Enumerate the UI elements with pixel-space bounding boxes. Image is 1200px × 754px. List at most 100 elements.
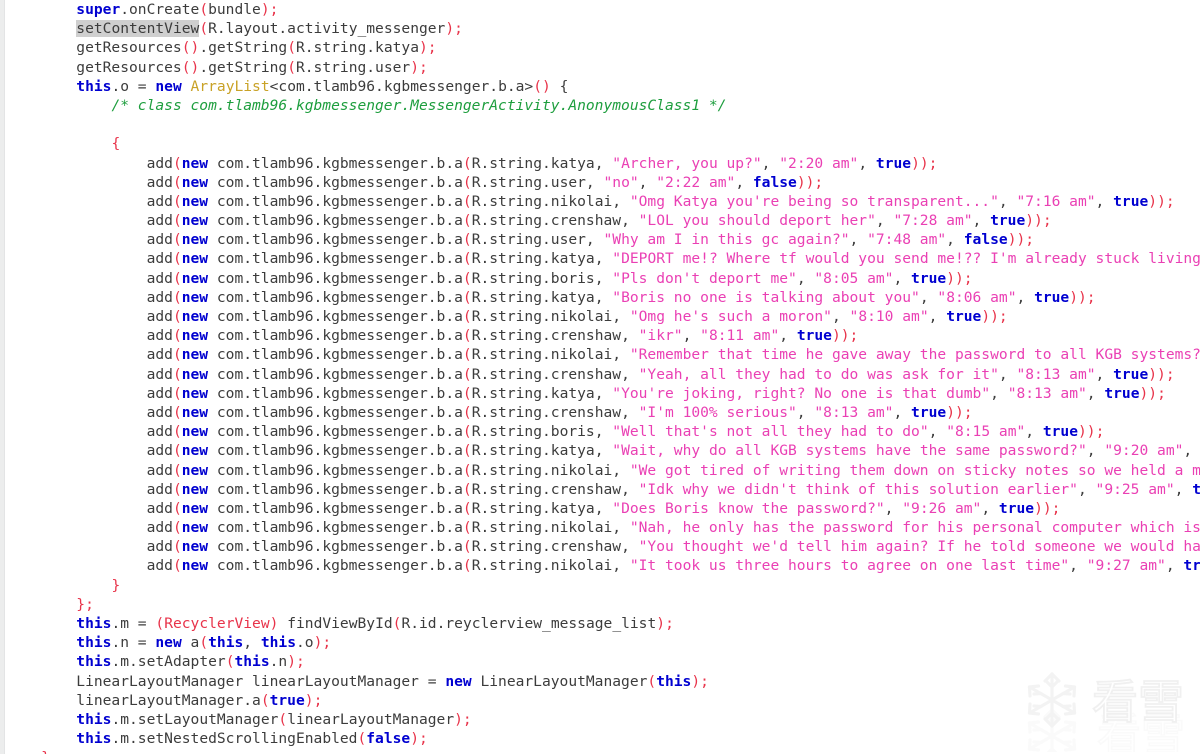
code-token: R.string.katya, xyxy=(471,288,613,306)
code-token: add xyxy=(6,461,173,479)
code-line[interactable]: add(new com.tlamb96.kgbmessenger.b.a(R.s… xyxy=(6,403,1200,422)
code-token: ( xyxy=(462,231,472,249)
code-line[interactable]: /* class com.tlamb96.kgbmessenger.Messen… xyxy=(6,96,1200,115)
code-line[interactable]: add(new com.tlamb96.kgbmessenger.b.a(R.s… xyxy=(6,537,1200,556)
code-token: ( xyxy=(172,231,182,249)
code-line[interactable]: this.n = new a(this, this.o); xyxy=(6,633,1200,652)
code-line[interactable]: } xyxy=(6,576,1200,595)
code-token: new xyxy=(181,173,209,191)
code-token: this xyxy=(208,634,244,652)
code-token: com.tlamb96.kgbmessenger.b.a xyxy=(208,269,463,287)
code-line[interactable]: add(new com.tlamb96.kgbmessenger.b.a(R.s… xyxy=(6,173,1200,192)
code-token: , xyxy=(972,212,991,230)
code-token: new xyxy=(155,634,182,652)
code-token: .m.setNestedScrollingEnabled xyxy=(111,730,358,748)
code-line[interactable]: add(new com.tlamb96.kgbmessenger.b.a(R.s… xyxy=(6,480,1200,499)
code-token: , xyxy=(779,327,797,345)
code-token: ; xyxy=(1025,231,1035,249)
code-token: "It took us three hours to agree on one … xyxy=(629,557,1070,575)
code-token: ( xyxy=(172,538,182,556)
code-line[interactable]: add(new com.tlamb96.kgbmessenger.b.a(R.s… xyxy=(6,461,1200,480)
code-token: ) xyxy=(287,653,297,671)
code-token: .n = xyxy=(111,634,156,652)
code-line[interactable]: add(new com.tlamb96.kgbmessenger.b.a(R.s… xyxy=(6,249,1200,268)
code-line[interactable]: add(new com.tlamb96.kgbmessenger.b.a(R.s… xyxy=(6,154,1200,173)
code-line[interactable]: add(new com.tlamb96.kgbmessenger.b.a(R.s… xyxy=(6,499,1200,518)
code-token: ( xyxy=(462,365,472,383)
code-line[interactable]: this.m.setNestedScrollingEnabled(false); xyxy=(6,729,1200,748)
code-token: "You thought we'd tell him again? If he … xyxy=(638,538,1200,556)
code-token: ( xyxy=(172,269,182,287)
code-token: ) xyxy=(445,20,455,38)
code-token: ( xyxy=(172,403,182,421)
code-token: this xyxy=(76,730,112,748)
code-token: )) xyxy=(1034,499,1052,517)
code-line[interactable]: add(new com.tlamb96.kgbmessenger.b.a(R.s… xyxy=(6,288,1200,307)
code-token: R.string.nikolai, xyxy=(471,557,630,575)
code-token: add xyxy=(6,557,173,575)
code-token: ( xyxy=(462,499,472,517)
code-token: "8:15 am" xyxy=(946,423,1026,441)
code-token: .m.setLayoutManager xyxy=(111,710,279,728)
code-token: , xyxy=(1183,442,1200,460)
code-line[interactable]: }; xyxy=(6,595,1200,614)
code-token: linearLayoutManager.a xyxy=(6,691,261,709)
code-token: add xyxy=(6,327,173,345)
code-token: "Wait, why do all KGB systems have the s… xyxy=(612,442,1087,460)
code-line[interactable]: add(new com.tlamb96.kgbmessenger.b.a(R.s… xyxy=(6,230,1200,249)
code-line[interactable]: this.m = (RecyclerView) findViewById(R.i… xyxy=(6,614,1200,633)
code-line[interactable]: getResources().getString(R.string.katya)… xyxy=(6,38,1200,57)
code-line[interactable]: getResources().getString(R.string.user); xyxy=(6,58,1200,77)
code-token: ( xyxy=(172,154,182,172)
code-token: a xyxy=(181,634,200,652)
code-token: ( xyxy=(462,442,472,460)
code-viewer[interactable]: super.onCreate(bundle); setContentView(R… xyxy=(0,0,1200,754)
code-token: "Why am I in this gc again?" xyxy=(603,231,850,249)
code-line[interactable]: add(new com.tlamb96.kgbmessenger.b.a(R.s… xyxy=(6,384,1200,403)
code-token: ( xyxy=(172,461,182,479)
code-line[interactable] xyxy=(6,115,1200,134)
code-line[interactable]: } xyxy=(6,748,1200,754)
code-token: ( xyxy=(199,634,209,652)
code-token: , xyxy=(1086,384,1105,402)
code-line[interactable]: add(new com.tlamb96.kgbmessenger.b.a(R.s… xyxy=(6,345,1200,364)
code-token: )) xyxy=(1069,288,1087,306)
code-token: add xyxy=(6,192,173,210)
code-token: add xyxy=(6,250,173,268)
code-token: ( xyxy=(172,384,182,402)
code-token: , xyxy=(1095,365,1114,383)
code-line[interactable]: { xyxy=(6,134,1200,153)
code-token: "7:48 am" xyxy=(867,231,947,249)
code-line[interactable]: add(new com.tlamb96.kgbmessenger.b.a(R.s… xyxy=(6,211,1200,230)
code-line[interactable]: add(new com.tlamb96.kgbmessenger.b.a(R.s… xyxy=(6,422,1200,441)
code-line[interactable]: super.onCreate(bundle); xyxy=(6,0,1200,19)
source-code-area[interactable]: super.onCreate(bundle); setContentView(R… xyxy=(6,0,1200,754)
code-token: )) xyxy=(946,403,964,421)
code-token: this xyxy=(76,77,112,95)
code-token: add xyxy=(6,288,173,306)
code-line[interactable]: add(new com.tlamb96.kgbmessenger.b.a(R.s… xyxy=(6,326,1200,345)
code-token: , xyxy=(884,499,903,517)
code-token: )) xyxy=(1025,212,1043,230)
code-token: add xyxy=(6,308,173,325)
code-line[interactable]: add(new com.tlamb96.kgbmessenger.b.a(R.s… xyxy=(6,441,1200,460)
code-line[interactable]: this.m.setLayoutManager(linearLayoutMana… xyxy=(6,710,1200,729)
code-line[interactable]: this.o = new ArrayList<com.tlamb96.kgbme… xyxy=(6,77,1200,96)
code-line[interactable]: add(new com.tlamb96.kgbmessenger.b.a(R.s… xyxy=(6,192,1200,211)
code-line[interactable]: add(new com.tlamb96.kgbmessenger.b.a(R.s… xyxy=(6,518,1200,537)
code-line[interactable]: add(new com.tlamb96.kgbmessenger.b.a(R.s… xyxy=(6,307,1200,326)
code-token: "ikr" xyxy=(638,327,683,345)
code-token: ( xyxy=(462,250,472,268)
code-token: R.string.crenshaw, xyxy=(471,403,639,421)
code-token: ( xyxy=(172,480,182,498)
code-line[interactable]: add(new com.tlamb96.kgbmessenger.b.a(R.s… xyxy=(6,556,1200,575)
code-line[interactable]: LinearLayoutManager linearLayoutManager … xyxy=(6,672,1200,691)
code-line[interactable]: add(new com.tlamb96.kgbmessenger.b.a(R.s… xyxy=(6,365,1200,384)
code-line[interactable]: add(new com.tlamb96.kgbmessenger.b.a(R.s… xyxy=(6,269,1200,288)
code-line[interactable]: linearLayoutManager.a(true); xyxy=(6,691,1200,710)
code-line[interactable]: setContentView(R.layout.activity_messeng… xyxy=(6,19,1200,38)
code-token: R.string.katya, xyxy=(471,384,613,402)
code-line[interactable]: this.m.setAdapter(this.n); xyxy=(6,652,1200,671)
